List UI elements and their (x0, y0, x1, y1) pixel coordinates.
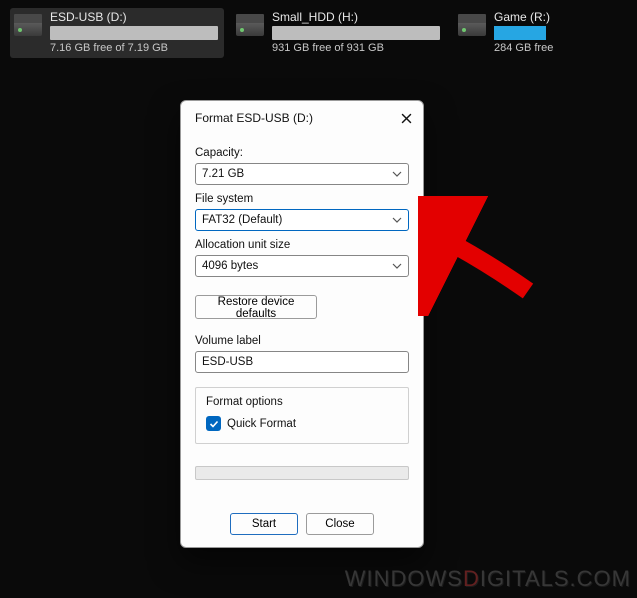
volume-label-input[interactable] (195, 351, 409, 373)
quick-format-label: Quick Format (227, 418, 296, 430)
allocation-value: 4096 bytes (202, 260, 258, 272)
dialog-titlebar: Format ESD-USB (D:) (181, 101, 423, 131)
capacity-select[interactable]: 7.21 GB (195, 163, 409, 185)
progress-bar (195, 466, 409, 480)
allocation-label: Allocation unit size (195, 239, 409, 251)
drive-icon (458, 14, 486, 36)
chevron-down-icon (392, 215, 402, 228)
drive-icon (14, 14, 42, 36)
drive-item-small[interactable]: Small_HDD (H:) 931 GB free of 931 GB (232, 8, 446, 58)
close-dialog-button[interactable]: Close (306, 513, 374, 535)
close-icon (401, 113, 412, 124)
allocation-select[interactable]: 4096 bytes (195, 255, 409, 277)
format-dialog: Format ESD-USB (D:) Capacity: 7.21 GB Fi… (180, 100, 424, 548)
drive-icon (236, 14, 264, 36)
close-button[interactable] (399, 111, 413, 125)
drive-list: ESD-USB (D:) 7.16 GB free of 7.19 GB Sma… (0, 0, 637, 66)
drive-name: ESD-USB (D:) (50, 10, 218, 24)
capacity-bar (272, 26, 440, 40)
chevron-down-icon (392, 261, 402, 274)
drive-name: Game (R:) (494, 10, 553, 24)
watermark: WINDOWSDIGITALS.COM (345, 566, 631, 592)
drive-name: Small_HDD (H:) (272, 10, 440, 24)
volume-label-label: Volume label (195, 335, 409, 347)
dialog-title: Format ESD-USB (D:) (195, 111, 313, 125)
capacity-bar (50, 26, 218, 40)
capacity-value: 7.21 GB (202, 168, 244, 180)
start-button[interactable]: Start (230, 513, 298, 535)
capacity-label: Capacity: (195, 147, 409, 159)
drive-item-esd[interactable]: ESD-USB (D:) 7.16 GB free of 7.19 GB (10, 8, 224, 58)
filesystem-value: FAT32 (Default) (202, 214, 282, 226)
capacity-bar (494, 26, 546, 40)
drive-free-text: 284 GB free (494, 42, 553, 54)
filesystem-select[interactable]: FAT32 (Default) (195, 209, 409, 231)
check-icon (209, 419, 219, 429)
dialog-actions: Start Close (181, 503, 423, 547)
chevron-down-icon (392, 169, 402, 182)
drive-free-text: 931 GB free of 931 GB (272, 42, 440, 54)
annotation-arrow-icon (418, 196, 548, 316)
restore-defaults-button[interactable]: Restore device defaults (195, 295, 317, 319)
drive-item-game[interactable]: Game (R:) 284 GB free (454, 8, 559, 58)
filesystem-label: File system (195, 193, 409, 205)
quick-format-checkbox[interactable] (206, 416, 221, 431)
drive-free-text: 7.16 GB free of 7.19 GB (50, 42, 218, 54)
format-options-group: Format options Quick Format (195, 387, 409, 444)
format-options-label: Format options (206, 396, 398, 408)
